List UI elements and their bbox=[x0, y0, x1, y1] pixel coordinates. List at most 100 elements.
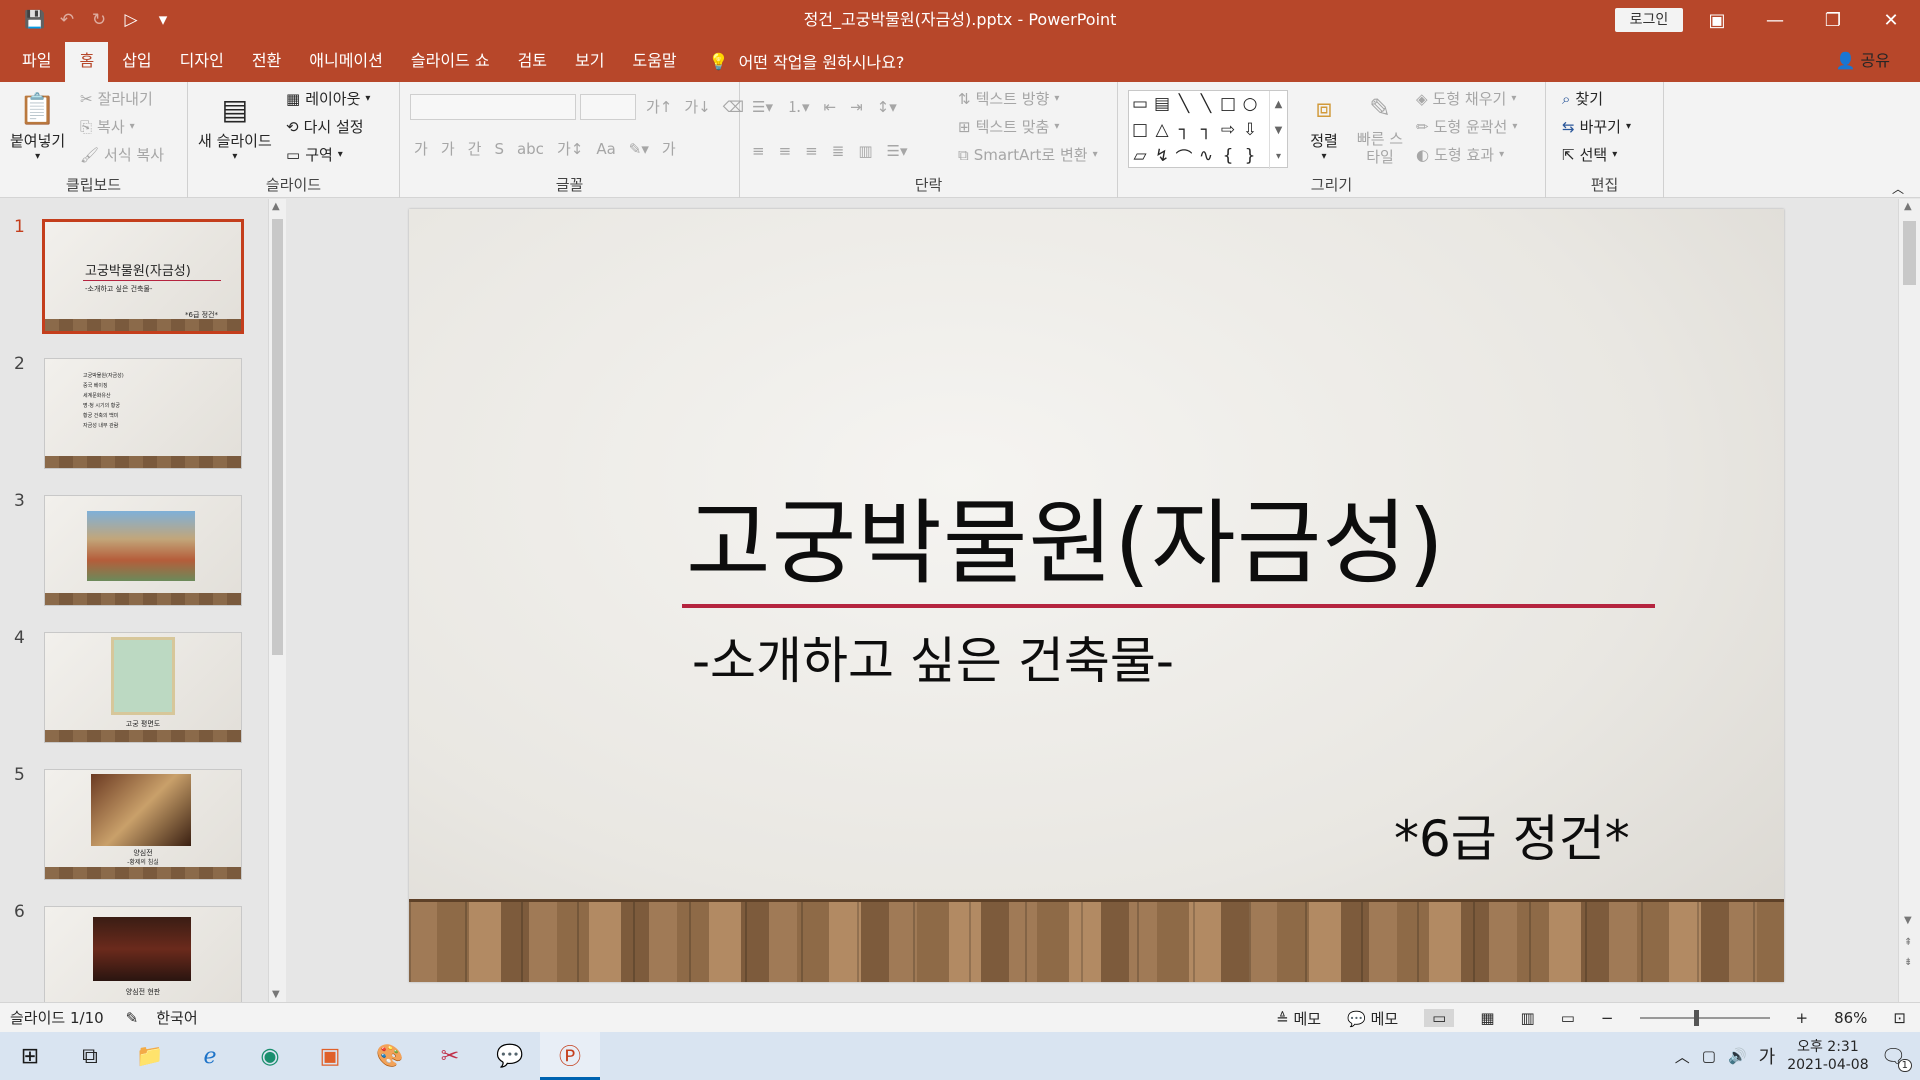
arrange-button[interactable]: ⧈ 정렬 ▾ bbox=[1304, 88, 1344, 163]
tab-slideshow[interactable]: 슬라이드 쇼 bbox=[397, 40, 504, 82]
italic-icon[interactable]: 가 bbox=[441, 138, 455, 159]
change-case-icon[interactable]: Aa bbox=[596, 140, 615, 158]
char-spacing-icon[interactable]: 가↕ bbox=[557, 138, 583, 159]
justify-icon[interactable]: ≣ bbox=[832, 142, 845, 160]
windows-start-icon[interactable]: ⊞ bbox=[0, 1032, 60, 1080]
show-hidden-icons[interactable]: ︿ bbox=[1675, 1046, 1690, 1067]
zoom-level[interactable]: 86% bbox=[1834, 1009, 1867, 1027]
tab-animations[interactable]: 애니메이션 bbox=[295, 40, 397, 82]
grow-font-icon[interactable]: 가↑ bbox=[646, 96, 672, 117]
underline-icon[interactable]: 간 bbox=[468, 138, 482, 159]
normal-view-icon[interactable]: ▭ bbox=[1424, 1009, 1455, 1027]
current-slide[interactable]: 고궁박물원(자금성) -소개하고 싶은 건축물- *6급 정건* bbox=[409, 209, 1784, 982]
tab-transitions[interactable]: 전환 bbox=[238, 40, 295, 82]
align-right-icon[interactable]: ≡ bbox=[805, 142, 818, 160]
shape-option[interactable]: ▱ bbox=[1133, 146, 1146, 166]
slide-scroll-thumb[interactable] bbox=[1903, 221, 1916, 285]
strikethrough-icon[interactable]: abc bbox=[517, 140, 544, 158]
scroll-up-icon[interactable]: ▲ bbox=[1904, 201, 1912, 212]
internet-explorer-icon[interactable]: ℯ bbox=[180, 1032, 240, 1080]
language-indicator[interactable]: 한국어 bbox=[156, 1007, 197, 1028]
undo-icon[interactable]: ↶ bbox=[54, 7, 80, 33]
scroll-up-icon[interactable]: ▲ bbox=[272, 201, 280, 212]
kakaotalk-icon[interactable]: 💬 bbox=[480, 1032, 540, 1080]
meet-now-icon[interactable]: ▢ bbox=[1702, 1047, 1716, 1065]
copy-button[interactable]: ⎘ 복사 ▾ bbox=[80, 116, 135, 137]
decrease-indent-icon[interactable]: ⇤ bbox=[824, 98, 837, 116]
scroll-down-icon[interactable]: ▼ bbox=[272, 989, 280, 1000]
select-button[interactable]: ⇱ 선택 ▾ bbox=[1562, 144, 1617, 165]
shadow-icon[interactable]: S bbox=[494, 140, 504, 158]
bullets-icon[interactable]: ☰▾ bbox=[752, 98, 773, 116]
slideshow-view-icon[interactable]: ▭ bbox=[1561, 1009, 1575, 1027]
bold-icon[interactable]: 가 bbox=[414, 138, 428, 159]
tab-file[interactable]: 파일 bbox=[8, 40, 65, 82]
hancom-icon[interactable]: ▣ bbox=[300, 1032, 360, 1080]
powerpoint-icon[interactable]: Ⓟ bbox=[540, 1032, 600, 1080]
minimize-icon[interactable]: — bbox=[1746, 0, 1804, 40]
shape-option[interactable]: { bbox=[1223, 146, 1234, 166]
tab-review[interactable]: 검토 bbox=[504, 40, 561, 82]
spell-check-icon[interactable]: ✎ bbox=[126, 1009, 139, 1027]
replace-button[interactable]: ⇆ 바꾸기 ▾ bbox=[1562, 116, 1631, 137]
columns-icon[interactable]: ▥ bbox=[858, 142, 872, 160]
slide-scrollbar[interactable]: ▲ ▼ ⇞ ⇟ bbox=[1898, 199, 1920, 1002]
notes-button[interactable]: ≜ 메모 bbox=[1276, 1008, 1321, 1029]
shape-option[interactable]: ┐ bbox=[1179, 120, 1189, 140]
reset-button[interactable]: ⟲ 다시 설정 bbox=[286, 116, 364, 137]
thumbnail-scroll-thumb[interactable] bbox=[272, 219, 283, 655]
shape-option[interactable]: □ bbox=[1220, 94, 1236, 114]
notification-center-icon[interactable]: 🗨 1 bbox=[1881, 1044, 1912, 1072]
shrink-font-icon[interactable]: 가↓ bbox=[684, 96, 710, 117]
align-left-icon[interactable]: ≡ bbox=[752, 142, 765, 160]
slide-subtitle[interactable]: -소개하고 싶은 건축물- bbox=[692, 621, 1174, 693]
paste-button[interactable]: 📋 붙여넣기 ▾ bbox=[10, 88, 65, 163]
font-size-combo[interactable] bbox=[580, 94, 636, 120]
present-from-start-icon[interactable]: ▷ bbox=[118, 7, 144, 33]
format-painter-button[interactable]: 🖌 서식 복사 bbox=[80, 144, 164, 165]
scroll-down-icon[interactable]: ▼ bbox=[1904, 915, 1912, 926]
shape-option[interactable]: } bbox=[1245, 146, 1256, 166]
shape-option[interactable]: ⌒ bbox=[1176, 144, 1193, 169]
shape-option[interactable]: ⇨ bbox=[1221, 120, 1235, 140]
save-icon[interactable]: 💾 bbox=[22, 7, 48, 33]
align-text-button[interactable]: ⊞ 텍스트 맞춤 ▾ bbox=[958, 116, 1059, 137]
font-color-icon[interactable]: 가 bbox=[662, 138, 676, 159]
slide-thumbnail-2[interactable]: 고궁박물원(자금성) 중국 베이징 세계문화유산 명·청 시기의 황궁 황궁 건… bbox=[44, 358, 242, 469]
tab-insert[interactable]: 삽입 bbox=[108, 40, 165, 82]
shape-option[interactable]: □ bbox=[1132, 120, 1148, 140]
shape-option[interactable]: ∿ bbox=[1199, 146, 1213, 166]
comments-button[interactable]: 💬 메모 bbox=[1347, 1008, 1398, 1029]
volume-icon[interactable]: 🔊 bbox=[1728, 1047, 1747, 1065]
customize-qat-icon[interactable]: ▾ bbox=[150, 7, 176, 33]
zoom-out-icon[interactable]: − bbox=[1601, 1009, 1614, 1027]
shape-option[interactable]: ┐ bbox=[1201, 120, 1211, 140]
slide-thumbnail-1[interactable]: 고궁박물원(자금성) -소개하고 싶은 건축물- *6급 정건* bbox=[42, 219, 244, 334]
thumbnail-scrollbar[interactable]: ▲ ▼ bbox=[268, 199, 286, 1002]
redo-icon[interactable]: ↻ bbox=[86, 7, 112, 33]
reading-view-icon[interactable]: ▥ bbox=[1521, 1009, 1535, 1027]
restore-icon[interactable]: ❐ bbox=[1804, 0, 1862, 40]
shape-option[interactable]: ╲ bbox=[1201, 94, 1211, 114]
shape-option[interactable]: ○ bbox=[1243, 94, 1258, 114]
snipping-tool-icon[interactable]: ✂ bbox=[420, 1032, 480, 1080]
shape-outline-button[interactable]: ✏ 도형 윤곽선 ▾ bbox=[1416, 116, 1517, 137]
shapes-scroll[interactable]: ▲ ▼ ▾ bbox=[1269, 91, 1287, 169]
numbering-icon[interactable]: ⒈▾ bbox=[787, 96, 810, 117]
zoom-slider[interactable] bbox=[1639, 1010, 1770, 1026]
slide-thumbnail-3[interactable] bbox=[44, 495, 242, 606]
tab-view[interactable]: 보기 bbox=[561, 40, 618, 82]
tab-design[interactable]: 디자인 bbox=[166, 40, 238, 82]
tab-home[interactable]: 홈 bbox=[65, 42, 109, 82]
slide-thumbnail-6[interactable]: 양심전 현판 bbox=[44, 906, 242, 1017]
text-direction-button[interactable]: ⇅ 텍스트 방향 ▾ bbox=[958, 88, 1059, 109]
quick-styles-button[interactable]: ✎ 빠른 스타일 bbox=[1356, 88, 1404, 166]
task-view-icon[interactable]: ⧉ bbox=[60, 1032, 120, 1080]
next-slide-icon[interactable]: ⇟ bbox=[1904, 957, 1912, 968]
edge-icon[interactable]: ◉ bbox=[240, 1032, 300, 1080]
align-center-icon[interactable]: ≡ bbox=[779, 142, 792, 160]
ime-indicator[interactable]: 가 bbox=[1759, 1043, 1776, 1069]
tell-me-box[interactable]: 💡 어떤 작업을 원하시나요? bbox=[691, 49, 905, 73]
share-button[interactable]: 👤 공유 bbox=[1836, 40, 1890, 82]
login-button[interactable]: 로그인 bbox=[1615, 8, 1683, 32]
